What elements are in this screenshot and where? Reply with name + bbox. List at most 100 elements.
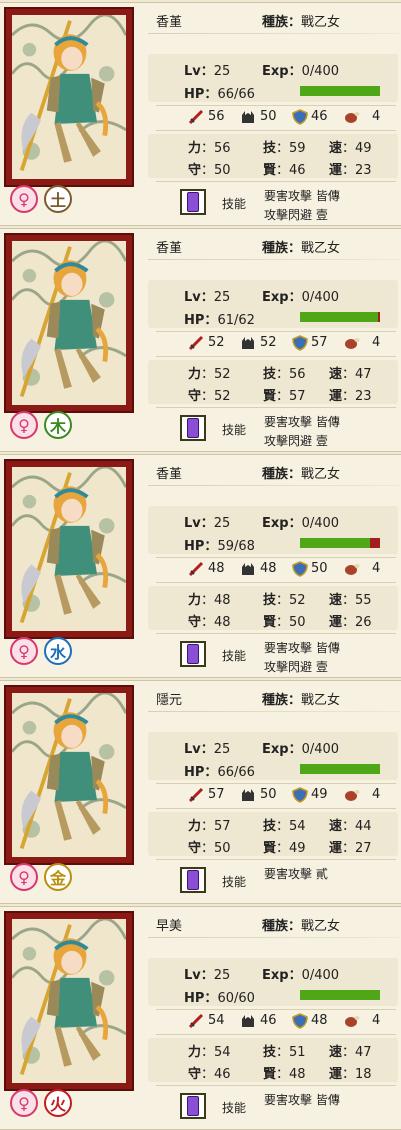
hp-value: 60/60 [217,991,255,1006]
character-card[interactable] [4,233,134,413]
tec-label: 技 [263,367,277,382]
magic-value: 50 [260,787,277,802]
wis-value: 50 [289,615,306,630]
race-value: 戰乙女 [301,241,341,256]
hp-bar-fill [300,312,379,322]
luk-value: 26 [355,615,372,630]
str-label: 力 [188,141,202,156]
name-divider [148,485,400,486]
lv-value: 25 [213,290,231,305]
hp-label: HP [184,765,205,780]
element-icon: 土 [44,185,72,213]
stats-divider [156,557,396,558]
valkyrie-portrait [12,919,126,1083]
skill-line: 攻擊閃避 壹 [264,660,328,674]
skill-scroll-icon[interactable] [180,641,206,667]
luk-label: 運 [329,389,343,404]
helmet-icon [242,1015,254,1027]
shield-icon [292,561,308,577]
race-value: 戰乙女 [301,919,341,934]
hp-field: HP：66/66 [184,765,255,780]
food-value: 4 [372,1013,381,1028]
character-card[interactable] [4,911,134,1091]
character-panel[interactable]: ♀ 木 香堇 種族：戰乙女 Lv：25 Exp：0/400 HP：61/62 5… [0,228,401,452]
tec-label: 技 [263,593,277,608]
name-divider [148,711,400,712]
food-value: 4 [372,561,381,576]
sword-icon [188,335,204,351]
character-portrait [12,467,126,631]
stats-divider [156,808,396,809]
magic-value: 50 [260,109,277,124]
spd-value: 49 [355,141,372,156]
lv-value: 25 [213,968,231,983]
lv-label: Lv [184,742,201,757]
character-panel[interactable]: ♀ 金 隱元 種族：戰乙女 Lv：25 Exp：0/400 HP：66/66 5… [0,680,401,904]
stats-divider [156,783,396,784]
shield-icon [292,109,308,125]
stats-divider [156,633,396,634]
skill-line: 要害攻擊 皆傳 [264,415,340,429]
exp-field: Exp：0/400 [262,968,340,983]
valkyrie-portrait [12,693,126,857]
hp-bar-fill [300,990,380,1000]
hp-value: 66/66 [217,87,255,102]
def-label: 守 [188,1067,202,1082]
tec-value: 59 [289,141,306,156]
valkyrie-portrait [12,241,126,405]
attack-value: 52 [208,335,225,350]
hp-value: 59/68 [217,539,255,554]
exp-field: Exp：0/400 [262,742,340,757]
def-label: 守 [188,389,202,404]
character-card[interactable] [4,685,134,865]
wis-label: 賢 [263,1067,277,1082]
luk-label: 運 [329,1067,343,1082]
spd-label: 速 [329,141,343,156]
def-value: 46 [214,1067,231,1082]
skill-scroll-icon[interactable] [180,415,206,441]
stats-divider [156,407,396,408]
character-card[interactable] [4,459,134,639]
tec-label: 技 [263,1045,277,1060]
skill-scroll-icon[interactable] [180,189,206,215]
hp-bar [300,764,380,774]
exp-label: Exp [262,968,289,983]
spd-value: 55 [355,593,372,608]
stats-divider [156,331,396,332]
character-panel[interactable]: ♀ 水 香堇 種族：戰乙女 Lv：25 Exp：0/400 HP：59/68 4… [0,454,401,678]
skill-scroll-icon[interactable] [180,1093,206,1119]
lv-field: Lv：25 [184,968,231,983]
character-panel[interactable]: ♀ 火 早美 種族：戰乙女 Lv：25 Exp：0/400 HP：60/60 5… [0,906,401,1130]
str-value: 48 [214,593,231,608]
exp-value: 0/400 [301,64,340,79]
character-panel[interactable]: ♀ 土 香堇 種族：戰乙女 Lv：25 Exp：0/400 HP：66/66 5… [0,2,401,226]
race-label: 種族 [262,15,289,30]
hp-bar-fill [300,538,370,548]
skill-label: 技能 [222,197,247,211]
character-name: 隱元 [156,693,183,708]
luk-value: 27 [355,841,372,856]
female-icon: ♀ [10,1089,38,1117]
skill-label: 技能 [222,649,247,663]
hp-bar-fill [300,86,380,96]
hp-label: HP [184,539,205,554]
defense-value: 49 [311,787,328,802]
tec-value: 54 [289,819,306,834]
shield-icon [292,787,308,803]
spd-value: 44 [355,819,372,834]
exp-label: Exp [262,290,289,305]
luk-label: 運 [329,841,343,856]
spd-label: 速 [329,1045,343,1060]
lv-label: Lv [184,64,201,79]
defense-value: 57 [311,335,328,350]
spd-value: 47 [355,1045,372,1060]
character-card[interactable] [4,7,134,187]
stats-divider [156,859,396,860]
helmet-icon [242,563,254,575]
character-portrait [12,919,126,1083]
sword-icon [188,109,204,125]
skill-scroll-icon[interactable] [180,867,206,893]
wis-label: 賢 [263,615,277,630]
str-label: 力 [188,593,202,608]
attack-value: 57 [208,787,225,802]
